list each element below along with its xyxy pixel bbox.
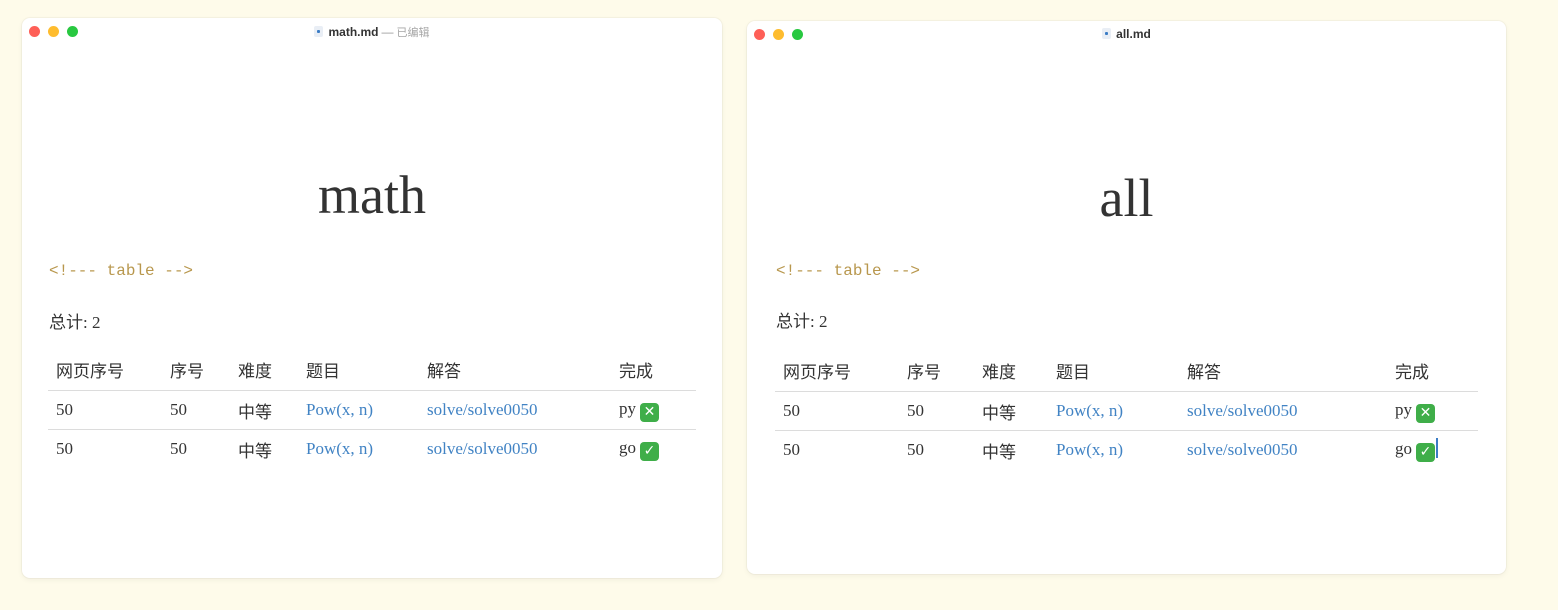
problem-link[interactable]: Pow(x, n)	[306, 400, 373, 419]
document-heading: all	[1099, 168, 1154, 228]
cell-problem: Pow(x, n)	[298, 390, 419, 430]
cell-problem: Pow(x, n)	[298, 430, 419, 469]
title-bar[interactable]: math.md — 已编辑	[22, 18, 722, 46]
cross-mark-button-icon: ✕	[1416, 403, 1435, 423]
column-header-no[interactable]: 序号	[162, 349, 230, 391]
column-header-problem[interactable]: 题目	[298, 349, 419, 391]
column-header-difficulty[interactable]: 难度	[974, 350, 1048, 392]
cell-done[interactable]: py ✕	[1387, 391, 1478, 431]
window-title: math.md — 已编辑	[22, 24, 722, 40]
solution-link[interactable]: solve/solve0050	[1187, 440, 1298, 459]
cell-page-no[interactable]: 50	[775, 391, 899, 431]
cell-problem: Pow(x, n)	[1048, 431, 1179, 470]
document-heading: math	[318, 165, 426, 225]
cell-solution: solve/solve0050	[1179, 431, 1387, 470]
cell-page-no[interactable]: 50	[48, 430, 162, 469]
editor-window-all: all.md all <!--- table --> 总计: 2 网页序号 序号…	[747, 21, 1506, 574]
cell-solution: solve/solve0050	[419, 390, 611, 430]
cell-difficulty[interactable]: 中等	[230, 390, 298, 430]
column-header-page-no[interactable]: 网页序号	[48, 349, 162, 391]
edited-status: 已编辑	[396, 27, 430, 39]
cell-problem: Pow(x, n)	[1048, 391, 1179, 431]
table-row: 50 50 中等 Pow(x, n) solve/solve0050 py ✕	[48, 390, 696, 430]
cross-mark-button-icon: ✕	[640, 402, 659, 422]
solution-link[interactable]: solve/solve0050	[1187, 401, 1298, 420]
cell-page-no[interactable]: 50	[775, 431, 899, 470]
cell-no[interactable]: 50	[899, 431, 974, 470]
html-comment: <!--- table -->	[49, 262, 194, 280]
problem-link[interactable]: Pow(x, n)	[1056, 440, 1123, 459]
solution-link[interactable]: solve/solve0050	[427, 439, 538, 458]
solution-link[interactable]: solve/solve0050	[427, 400, 538, 419]
done-lang: go	[619, 437, 636, 457]
check-mark-button-icon: ✓	[640, 441, 659, 461]
problem-link[interactable]: Pow(x, n)	[306, 439, 373, 458]
column-header-difficulty[interactable]: 难度	[230, 349, 298, 391]
problems-table: 网页序号 序号 难度 题目 解答 完成 50 50 中等 Pow(x, n) s…	[775, 350, 1478, 469]
cell-solution: solve/solve0050	[1179, 391, 1387, 431]
cell-page-no[interactable]: 50	[48, 390, 162, 430]
problems-table: 网页序号 序号 难度 题目 解答 完成 50 50 中等 Pow(x, n) s…	[48, 349, 696, 468]
table-header-row: 网页序号 序号 难度 题目 解答 完成	[48, 349, 696, 391]
check-mark-button-icon: ✓	[1416, 443, 1435, 462]
cell-no[interactable]: 50	[162, 430, 230, 469]
column-header-page-no[interactable]: 网页序号	[775, 350, 899, 392]
editor-window-math: math.md — 已编辑 math <!--- table --> 总计: 2 网…	[22, 18, 722, 578]
window-filename: all.md	[1116, 27, 1151, 41]
column-header-done[interactable]: 完成	[611, 349, 696, 391]
cell-difficulty[interactable]: 中等	[974, 391, 1048, 431]
column-header-solution[interactable]: 解答	[419, 349, 611, 391]
cell-done[interactable]: py ✕	[611, 390, 696, 430]
table-row: 50 50 中等 Pow(x, n) solve/solve0050 go ✓	[48, 430, 696, 469]
done-lang: py	[619, 398, 636, 418]
total-count: 总计: 2	[49, 313, 101, 332]
table-row: 50 50 中等 Pow(x, n) solve/solve0050 py ✕	[775, 391, 1478, 431]
markdown-file-icon	[314, 26, 324, 37]
column-header-done[interactable]: 完成	[1387, 350, 1478, 392]
cell-no[interactable]: 50	[162, 390, 230, 430]
done-lang: go	[1395, 439, 1412, 458]
table-row: 50 50 中等 Pow(x, n) solve/solve0050 go ✓	[775, 431, 1478, 470]
cell-done[interactable]: go ✓	[1387, 431, 1478, 470]
cell-difficulty[interactable]: 中等	[230, 430, 298, 469]
window-filename: math.md	[328, 25, 379, 39]
cell-difficulty[interactable]: 中等	[974, 431, 1048, 470]
cell-no[interactable]: 50	[899, 391, 974, 431]
total-count: 总计: 2	[776, 312, 828, 331]
markdown-file-icon	[1102, 28, 1112, 39]
done-lang: py	[1395, 399, 1412, 419]
text-cursor	[1436, 438, 1438, 458]
column-header-solution[interactable]: 解答	[1179, 350, 1387, 392]
title-separator: —	[381, 25, 394, 39]
window-title: all.md	[747, 27, 1506, 41]
html-comment: <!--- table -->	[776, 262, 921, 280]
problem-link[interactable]: Pow(x, n)	[1056, 401, 1123, 420]
column-header-problem[interactable]: 题目	[1048, 350, 1179, 392]
column-header-no[interactable]: 序号	[899, 350, 974, 392]
cell-done[interactable]: go ✓	[611, 430, 696, 469]
cell-solution: solve/solve0050	[419, 430, 611, 469]
title-bar[interactable]: all.md	[747, 21, 1506, 49]
table-header-row: 网页序号 序号 难度 题目 解答 完成	[775, 350, 1478, 392]
